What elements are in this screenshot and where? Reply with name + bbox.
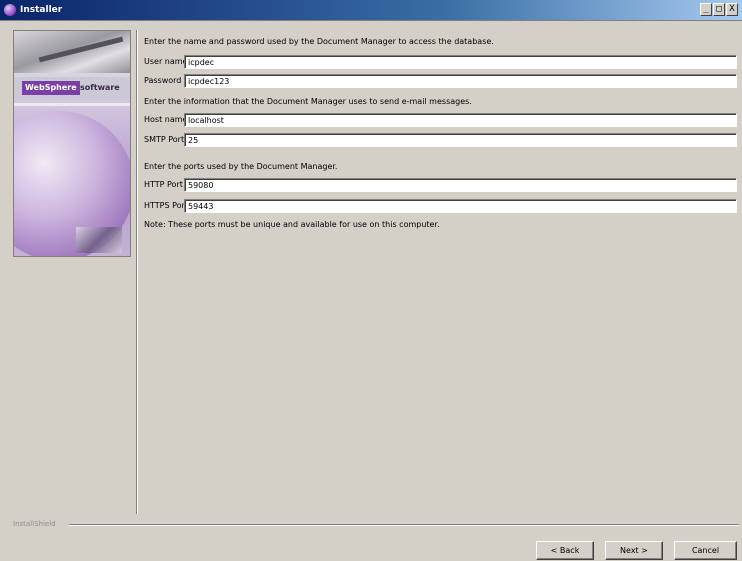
smtp-port-input[interactable] — [184, 133, 737, 147]
websphere-logo: WebSphere — [22, 81, 80, 95]
window-title: Installer — [20, 5, 63, 15]
app-icon — [4, 4, 16, 16]
title-bar: Installer _ □ X — [0, 0, 742, 21]
back-button[interactable]: < Back — [536, 541, 594, 560]
https-port-input[interactable] — [184, 199, 737, 213]
cancel-button[interactable]: Cancel — [674, 541, 737, 560]
smtp-port-label: SMTP Port — [144, 135, 185, 144]
password-label: Password — [144, 76, 182, 85]
installshield-label: InstallShield — [13, 520, 56, 528]
https-port-label: HTTPS Port — [144, 201, 188, 210]
email-instruction: Enter the information that the Document … — [144, 97, 472, 106]
side-banner-image: WebSphere software — [13, 30, 131, 257]
status-separator — [69, 524, 739, 526]
password-input[interactable] — [184, 74, 737, 88]
database-instruction: Enter the name and password used by the … — [144, 37, 494, 46]
next-button[interactable]: Next > — [605, 541, 663, 560]
ports-note: Note: These ports must be unique and ava… — [144, 220, 440, 229]
user-name-input[interactable] — [184, 55, 737, 69]
panel-divider — [136, 30, 138, 514]
banner-bottom-graphic — [76, 227, 122, 253]
host-name-label: Host name — [144, 115, 188, 124]
window-controls: _ □ X — [700, 3, 738, 16]
user-name-label: User name — [144, 57, 188, 66]
host-name-input[interactable] — [184, 113, 737, 127]
minimize-button[interactable]: _ — [700, 3, 712, 16]
close-button[interactable]: X — [726, 3, 738, 16]
maximize-button[interactable]: □ — [713, 3, 725, 16]
http-port-input[interactable] — [184, 178, 737, 192]
ports-instruction: Enter the ports used by the Document Man… — [144, 162, 338, 171]
software-logo-text: software — [80, 83, 120, 92]
status-line: InstallShield — [13, 519, 739, 529]
banner-strip — [14, 103, 130, 106]
http-port-label: HTTP Port — [144, 180, 183, 189]
